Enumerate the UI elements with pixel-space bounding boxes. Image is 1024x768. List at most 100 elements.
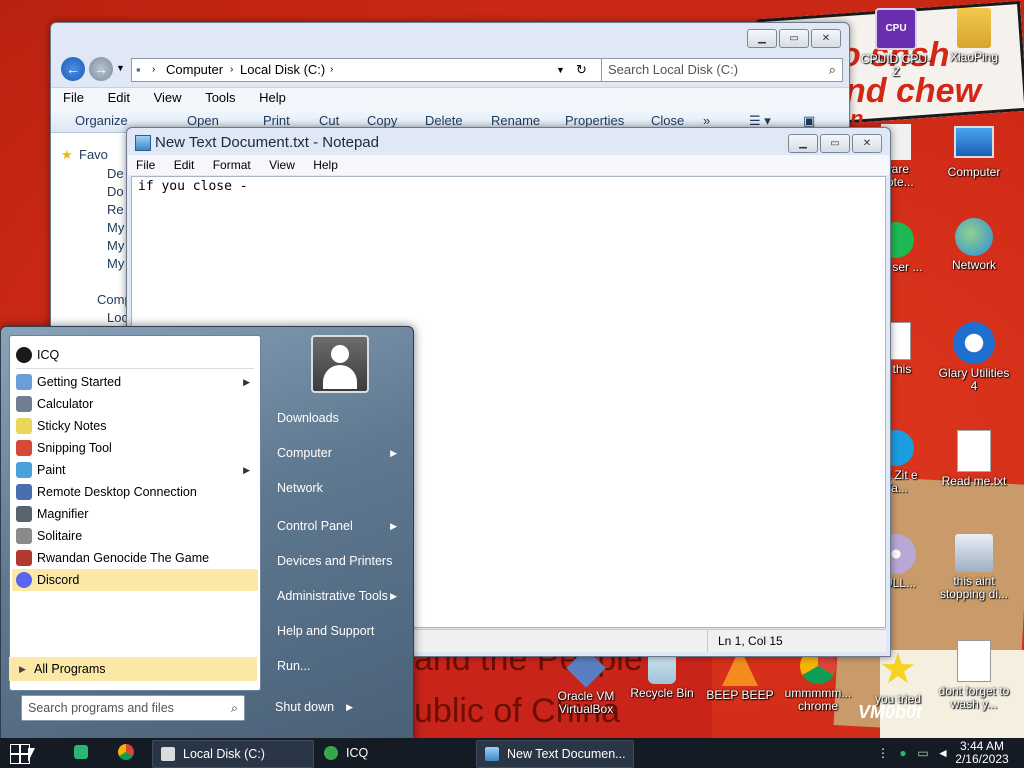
open-button[interactable]: Open — [187, 113, 219, 128]
notepad-content: if you close - — [138, 179, 248, 194]
start-item-remote-desktop[interactable]: Remote Desktop Connection — [12, 481, 258, 503]
taskbar-pinned-app-icon[interactable] — [74, 745, 88, 759]
icq-icon — [16, 347, 32, 363]
menu-help[interactable]: Help — [305, 155, 345, 172]
start-item-solitaire[interactable]: Solitaire — [12, 525, 258, 547]
explorer-search-input[interactable]: Search Local Disk (C:) ⌕ — [601, 58, 843, 82]
breadcrumb-local-disk[interactable]: Local Disk (C:) — [240, 59, 325, 81]
print-button[interactable]: Print — [263, 113, 290, 128]
organize-button[interactable]: Organize — [75, 113, 128, 128]
start-right-computer[interactable]: Computer ▶ — [277, 442, 407, 464]
rename-button[interactable]: Rename — [491, 113, 540, 128]
refresh-icon[interactable]: ↻ — [576, 59, 587, 81]
start-item-getting-started[interactable]: Getting Started ▶ — [12, 371, 258, 393]
maximize-button[interactable]: ▭ — [779, 29, 809, 48]
menu-edit[interactable]: Edit — [96, 88, 138, 105]
taskbar-clock[interactable]: 3:44 AM 2/16/2023 — [946, 740, 1018, 766]
discord-icon — [16, 572, 32, 588]
nav-item[interactable]: My — [107, 220, 124, 235]
maximize-button[interactable]: ▭ — [820, 134, 850, 153]
close-button[interactable]: ✕ — [811, 29, 841, 48]
breadcrumb-computer[interactable]: Computer — [166, 59, 223, 81]
start-right-network[interactable]: Network — [277, 477, 407, 499]
properties-button[interactable]: Properties — [565, 113, 624, 128]
menu-edit[interactable]: Edit — [166, 155, 202, 172]
network-tray-icon[interactable]: ▭ — [916, 746, 930, 760]
minimize-button[interactable]: ▁ — [747, 29, 777, 48]
desktop-icon-virtualbox[interactable]: Oracle VM VirtualBox — [548, 648, 624, 716]
desktop-icon-computer[interactable]: Computer — [936, 120, 1012, 179]
start-right-devices-printers[interactable]: Devices and Printers — [277, 550, 407, 572]
windows-logo-icon — [10, 744, 20, 754]
forward-button[interactable]: → — [89, 57, 113, 81]
search-icon: ⌕ — [230, 701, 238, 715]
start-item-magnifier[interactable]: Magnifier — [12, 503, 258, 525]
start-menu-programs-pane: ICQ Getting Started ▶ Calculator Sticky … — [9, 335, 261, 691]
menu-file[interactable]: File — [51, 88, 92, 105]
taskbar-button-explorer[interactable]: Local Disk (C:) — [152, 740, 314, 768]
nav-favorites[interactable]: ★ Favo — [61, 147, 108, 162]
desktop-icon-setup[interactable]: this aint stopping di... — [936, 534, 1012, 601]
cursor-position: Ln 1, Col 15 — [707, 630, 783, 652]
nav-item[interactable]: My — [107, 238, 124, 253]
nav-item[interactable]: Re — [107, 202, 124, 217]
chrome-icon[interactable] — [118, 744, 134, 760]
copy-button[interactable]: Copy — [367, 113, 397, 128]
start-right-control-panel[interactable]: Control Panel ▶ — [277, 515, 407, 537]
user-avatar[interactable] — [311, 335, 369, 393]
menu-help[interactable]: Help — [247, 88, 294, 105]
all-programs-button[interactable]: ▶ All Programs — [9, 657, 257, 681]
taskbar-button-icq[interactable]: ICQ — [316, 740, 472, 766]
explorer-caption-buttons: ▁ ▭ ✕ — [747, 29, 841, 48]
show-hidden-icons-icon[interactable]: ⋮ — [876, 746, 890, 760]
shutdown-button[interactable]: Shut down ▶ — [267, 695, 359, 719]
start-item-paint[interactable]: Paint ▶ — [12, 459, 258, 481]
delete-button[interactable]: Delete — [425, 113, 463, 128]
start-item-icq[interactable]: ICQ — [12, 344, 258, 366]
nav-item[interactable]: My — [107, 256, 124, 271]
nav-item[interactable]: Do — [107, 184, 124, 199]
start-right-help-support[interactable]: Help and Support — [277, 620, 407, 642]
explorer-navigation-pane: ★ Favo De Do Re My My My Comp Loc — [51, 133, 132, 343]
cut-button[interactable]: Cut — [319, 113, 339, 128]
submenu-arrow-icon: ▶ — [390, 521, 397, 531]
address-bar[interactable]: ▪ › Computer › Local Disk (C:) › ▼ ↻ — [131, 58, 603, 82]
menu-view[interactable]: View — [142, 88, 190, 105]
close-button[interactable]: ✕ — [852, 134, 882, 153]
nav-item[interactable]: De — [107, 166, 124, 181]
start-item-sticky-notes[interactable]: Sticky Notes — [12, 415, 258, 437]
address-dropdown-icon[interactable]: ▼ — [556, 59, 565, 81]
clock-date: 2/16/2023 — [955, 752, 1009, 766]
menu-format[interactable]: Format — [205, 155, 258, 172]
start-item-discord[interactable]: Discord — [12, 569, 258, 591]
start-right-run[interactable]: Run... — [277, 655, 407, 677]
start-item-calculator[interactable]: Calculator — [12, 393, 258, 415]
green-tray-icon[interactable]: ● — [896, 746, 910, 760]
start-search-input[interactable]: Search programs and files ⌕ — [21, 695, 245, 721]
person-icon — [957, 8, 991, 48]
back-button[interactable]: ← — [61, 57, 85, 81]
desktop-icon-chrome[interactable]: ummmmm... chrome — [780, 648, 856, 713]
shutdown-options-arrow-icon[interactable]: ▶ — [346, 695, 353, 719]
start-item-rwandan-game[interactable]: Rwandan Genocide The Game — [12, 547, 258, 569]
desktop-icon-xiaoping[interactable]: XiaoPing — [936, 8, 1012, 64]
recent-pages-chevron-icon[interactable]: ▼ — [116, 63, 125, 73]
more-commands-button[interactable]: » — [703, 113, 710, 128]
start-right-downloads[interactable]: Downloads — [277, 407, 407, 429]
sticky-notes-icon — [16, 418, 32, 434]
desktop-icon-network[interactable]: Network — [936, 218, 1012, 272]
desktop-icon-cpuz[interactable]: CPU CPUID CPU-Z — [858, 8, 934, 79]
close-file-button[interactable]: Close — [651, 113, 684, 128]
menu-file[interactable]: File — [128, 155, 162, 172]
nav-local-disk[interactable]: Loc — [107, 310, 128, 325]
menu-view[interactable]: View — [261, 155, 302, 172]
desktop-icon-glary[interactable]: Glary Utilities 4 — [936, 322, 1012, 393]
desktop-icon-dontforget[interactable]: dont forget to wash y... — [936, 640, 1012, 711]
minimize-button[interactable]: ▁ — [788, 134, 818, 153]
desktop-icon-readme[interactable]: Read me.txt — [936, 430, 1012, 488]
menu-tools[interactable]: Tools — [193, 88, 243, 105]
start-item-snipping-tool[interactable]: Snipping Tool — [12, 437, 258, 459]
start-right-admin-tools[interactable]: Administrative Tools ▶ — [277, 585, 407, 607]
taskbar-button-notepad[interactable]: New Text Documen... — [476, 740, 634, 768]
submenu-arrow-icon: ▶ — [390, 448, 397, 458]
